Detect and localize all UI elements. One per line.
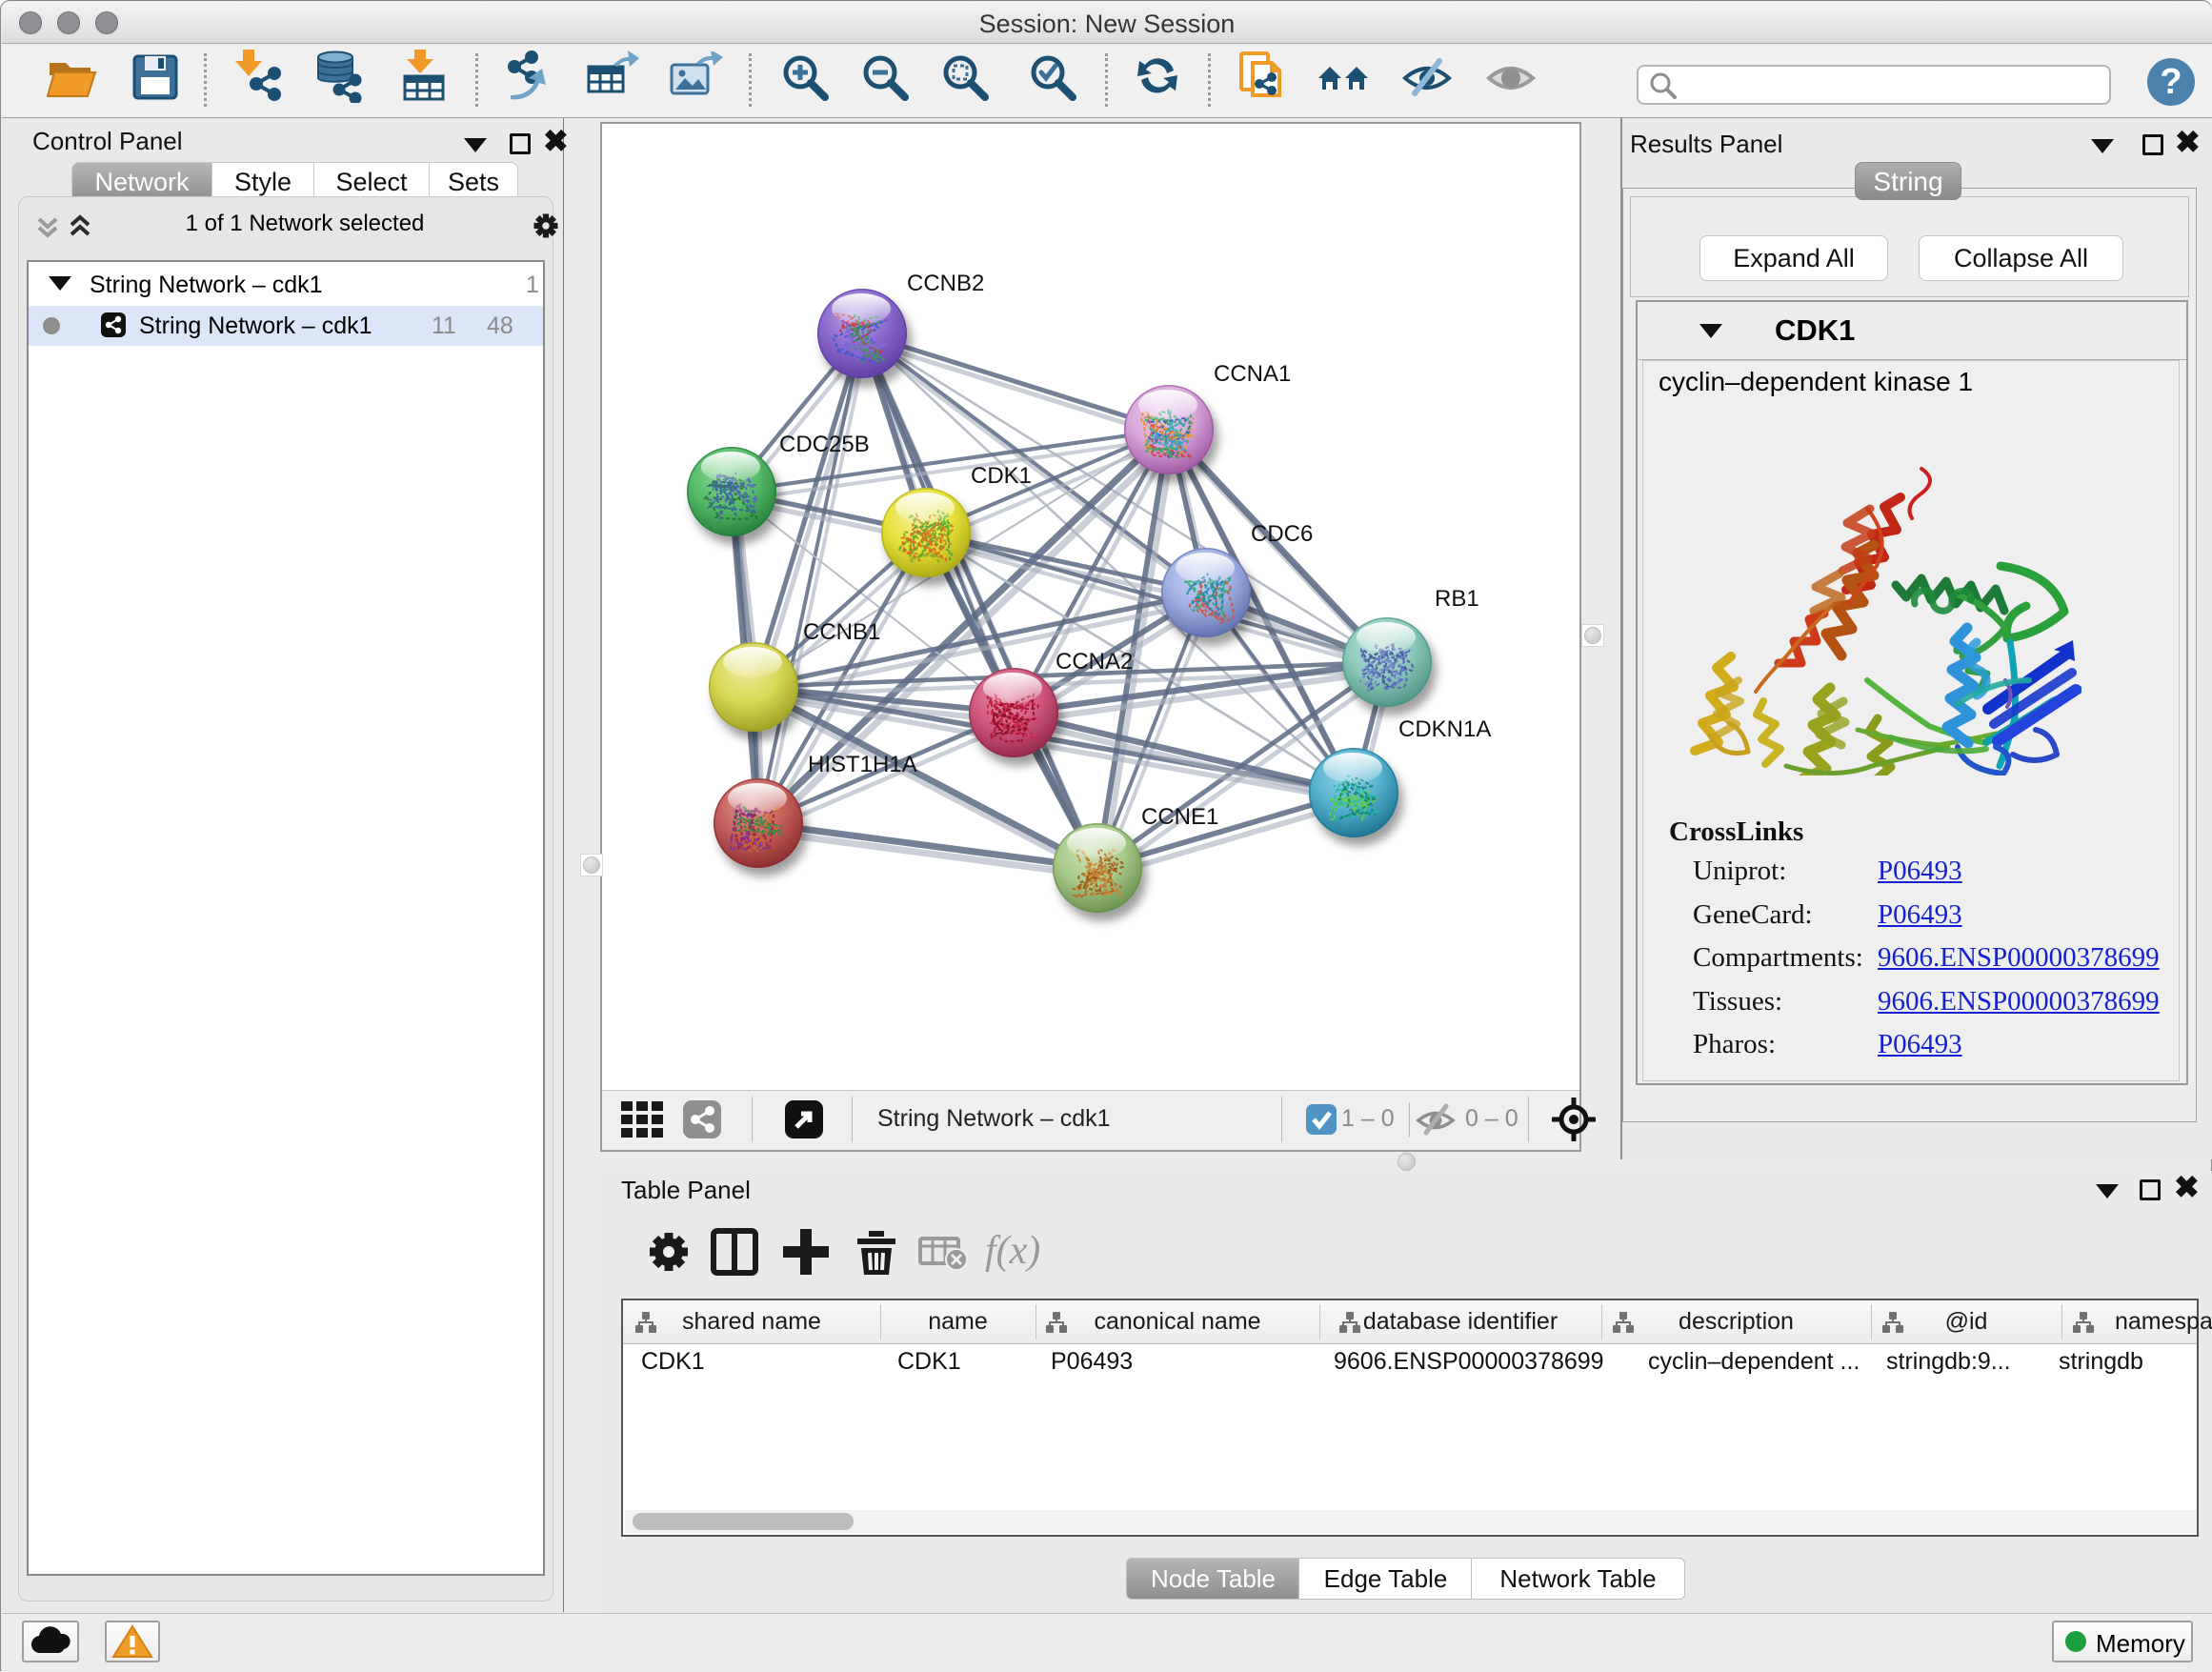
svg-text:f(x): f(x) [985, 1229, 1040, 1273]
svg-text:CCNB1: CCNB1 [803, 619, 880, 645]
svg-text:CDK1: CDK1 [971, 463, 1032, 489]
svg-text:RB1: RB1 [1435, 586, 1479, 612]
svg-text:CCNB2: CCNB2 [907, 271, 984, 296]
svg-text:CCNE1: CCNE1 [1141, 804, 1218, 830]
svg-text:CDKN1A: CDKN1A [1398, 716, 1491, 742]
svg-text:CCNA1: CCNA1 [1214, 361, 1291, 387]
svg-text:HIST1H1A: HIST1H1A [808, 752, 917, 777]
svg-text:CCNA2: CCNA2 [1056, 649, 1133, 675]
svg-text:CDC6: CDC6 [1251, 521, 1313, 547]
svg-text:CDC25B: CDC25B [779, 432, 870, 457]
